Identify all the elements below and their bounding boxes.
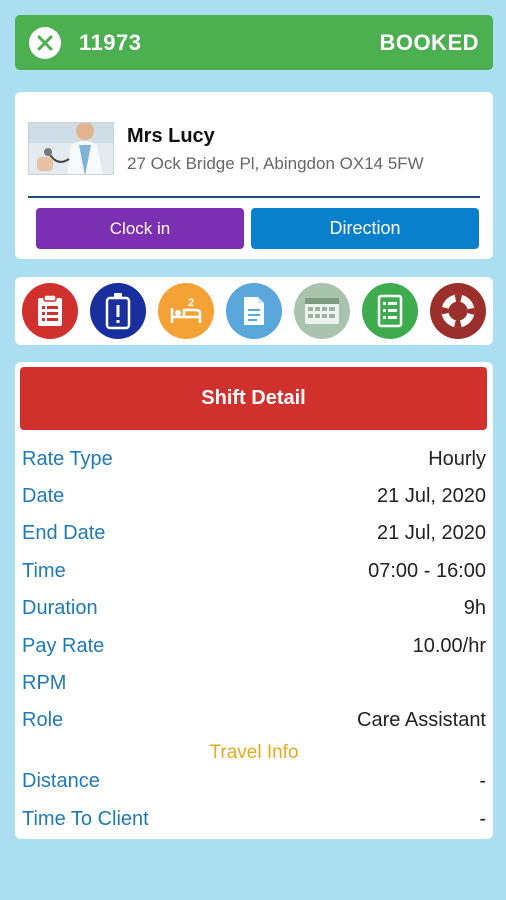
detail-value: 10.00/hr [412,635,486,657]
shift-detail-card: Shift Detail Rate Type Hourly Date 21 Ju… [15,362,493,839]
detail-label: Pay Rate [22,635,105,657]
client-address: 27 Ock Bridge Pl, Abingdon OX14 5FW [127,154,424,173]
close-button[interactable] [29,26,61,59]
avatar [28,122,114,175]
detail-value: 21 Jul, 2020 [377,485,486,507]
lifebuoy-icon [441,294,475,328]
documents-button[interactable] [226,283,282,339]
detail-label: Duration [22,597,98,619]
detail-value: Hourly [428,448,486,470]
detail-row-rpm: RPM [22,672,486,702]
detail-label: Time To Client [22,808,149,830]
detail-value: 07:00 - 16:00 [368,560,486,582]
checklist-icon [377,294,403,328]
bed-icon: 2 [170,297,202,323]
clock-in-button[interactable]: Clock in [36,208,244,249]
detail-label: Rate Type [22,448,113,470]
close-icon [37,35,53,50]
action-icons-bar: 2 [15,277,493,345]
tasks-button[interactable] [362,283,418,339]
booking-header: 11973 BOOKED [15,15,493,70]
svg-text:2: 2 [188,297,194,309]
detail-row-date: Date 21 Jul, 2020 [22,485,486,515]
detail-value: - [479,770,486,792]
care-plan-button[interactable] [22,283,78,339]
detail-row-duration: Duration 9h [22,597,486,627]
detail-label: Role [22,709,64,731]
detail-value: 21 Jul, 2020 [377,522,486,544]
room-button[interactable]: 2 [158,283,214,339]
job-id: 11973 [79,29,142,55]
detail-label: RPM [22,672,67,694]
clipboard-list-icon [38,294,62,326]
calendar-grid-icon [305,298,339,324]
client-card: Mrs Lucy 27 Ock Bridge Pl, Abingdon OX14… [15,92,493,259]
schedule-button[interactable] [294,283,350,339]
detail-row-time: Time 07:00 - 16:00 [22,560,486,590]
detail-label: Date [22,485,65,507]
direction-button[interactable]: Direction [251,208,479,249]
detail-row-rate-type: Rate Type Hourly [22,448,486,478]
detail-row-pay-rate: Pay Rate 10.00/hr [22,635,486,665]
client-name: Mrs Lucy [127,125,215,147]
document-icon [244,297,264,325]
detail-row-distance: Distance - [22,770,486,800]
detail-value: Care Assistant [357,709,486,731]
divider [28,196,480,198]
alerts-button[interactable] [90,283,146,339]
detail-value: 9h [463,597,486,619]
detail-value: - [479,808,486,830]
shift-detail-header: Shift Detail [20,367,487,430]
travel-info-heading: Travel Info [209,742,299,763]
detail-row-role: Role Care Assistant [22,709,486,739]
support-button[interactable] [430,283,486,339]
detail-row-time-to-client: Time To Client - [22,808,486,838]
detail-row-end-date: End Date 21 Jul, 2020 [22,522,486,552]
detail-label: Time [22,560,66,582]
detail-label: End Date [22,522,106,544]
badge-alert-icon [105,293,131,330]
status-badge: BOOKED [379,29,479,55]
detail-label: Distance [22,770,100,792]
